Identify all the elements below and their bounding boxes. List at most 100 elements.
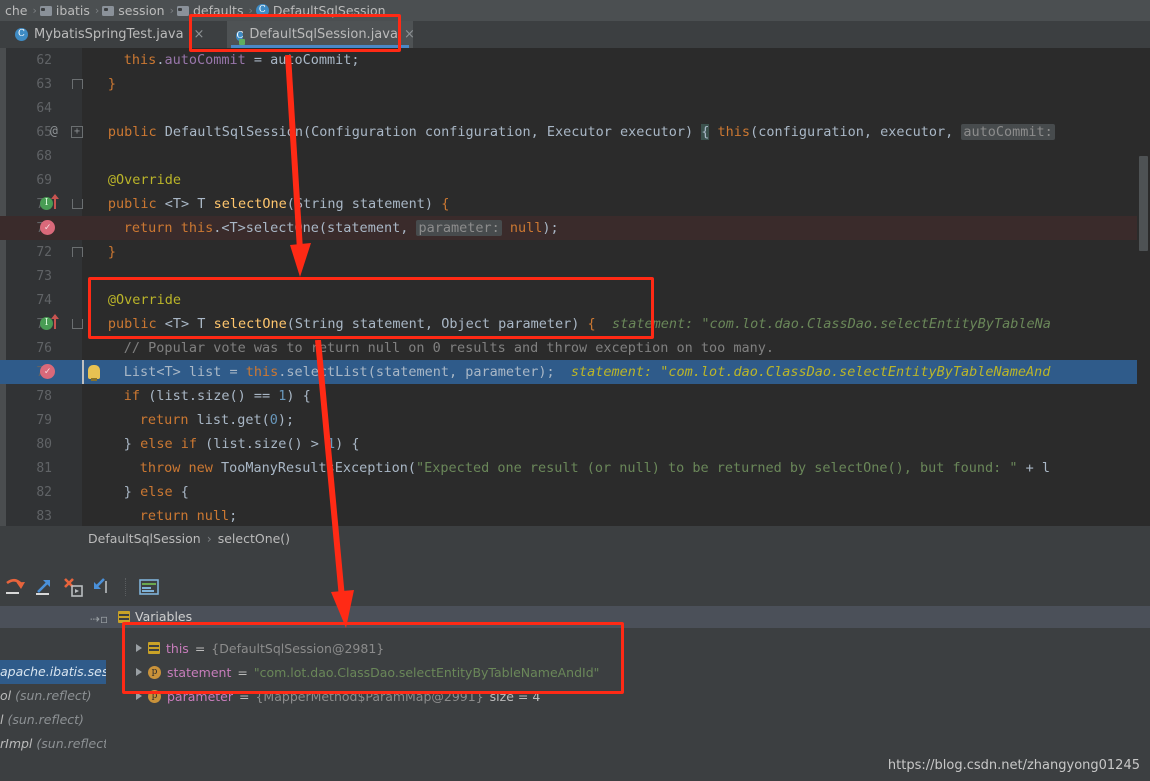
gutter-markers[interactable]: I — [38, 312, 78, 336]
code-line[interactable]: 79return list.get(0); — [0, 408, 1150, 432]
variable-row[interactable]: pparameter={MapperMethod$ParamMap@2991}s… — [106, 684, 1150, 708]
scrollbar-thumb[interactable] — [1139, 156, 1148, 251]
editor-vertical-scrollbar[interactable] — [1137, 96, 1150, 526]
fold-close-icon[interactable] — [72, 247, 83, 257]
status-method-name[interactable]: selectOne() — [218, 531, 290, 546]
code-line[interactable]: 71return this.<T>selectOne(statement, pa… — [0, 216, 1150, 240]
code-token: } — [124, 436, 140, 452]
code-token: { — [181, 484, 189, 500]
close-icon[interactable]: × — [194, 27, 205, 42]
fold-expand-icon[interactable]: + — [71, 126, 83, 138]
close-icon[interactable]: × — [404, 27, 415, 42]
fold-open-icon[interactable] — [72, 199, 83, 209]
code-token: @Override — [108, 172, 181, 188]
gutter-markers[interactable] — [38, 384, 78, 408]
expand-triangle-icon[interactable] — [136, 668, 142, 676]
code-token: this — [718, 124, 751, 140]
folder-icon — [40, 6, 52, 16]
gutter-markers[interactable] — [38, 72, 78, 96]
code-line[interactable]: 69@Override — [0, 168, 1150, 192]
variable-name: parameter — [167, 689, 233, 704]
gutter-markers[interactable] — [38, 96, 78, 120]
gutter-markers[interactable] — [38, 432, 78, 456]
code-token: Configuration — [311, 124, 417, 140]
code-token: parameter) — [490, 316, 588, 332]
code-line[interactable]: 82} else { — [0, 480, 1150, 504]
code-line[interactable]: 64 — [0, 96, 1150, 120]
gutter-markers[interactable] — [38, 216, 78, 240]
code-line[interactable]: 74@Override — [0, 288, 1150, 312]
step-into-icon[interactable] — [32, 575, 56, 599]
code-line[interactable]: 81throw new TooManyResultsException("Exp… — [0, 456, 1150, 480]
step-over-icon[interactable] — [3, 575, 27, 599]
unpin-icon[interactable]: ⇢▫ — [90, 612, 108, 626]
gutter-markers[interactable] — [38, 360, 78, 384]
code-line[interactable]: 76// Popular vote was to return null on … — [0, 336, 1150, 360]
tab-label: DefaultSqlSession.java — [249, 27, 398, 42]
frame-list-item[interactable] — [0, 756, 106, 780]
code-line[interactable]: 72} — [0, 240, 1150, 264]
variable-row[interactable]: this={DefaultSqlSession@2981} — [106, 636, 1150, 660]
frames-list[interactable]: apache.ibatis.sessiool (sun.reflect)l (s… — [0, 628, 106, 781]
code-line[interactable]: 62this.autoCommit = autoCommit; — [0, 48, 1150, 72]
breadcrumb: che › ibatis › session › defaults › C De… — [0, 0, 1150, 21]
gutter-markers[interactable] — [38, 48, 78, 72]
code-line[interactable]: 75Ipublic <T> T selectOne(String stateme… — [0, 312, 1150, 336]
frame-list-item[interactable]: apache.ibatis.sessio — [0, 660, 106, 684]
code-line[interactable]: 63} — [0, 72, 1150, 96]
variable-row[interactable]: pstatement="com.lot.dao.ClassDao.selectE… — [106, 660, 1150, 684]
variable-size: size = 4 — [490, 689, 541, 704]
code-line[interactable]: 65@+public DefaultSqlSession(Configurati… — [0, 120, 1150, 144]
annotation-gutter-icon: @ — [50, 124, 58, 139]
breadcrumb-item-ibatis[interactable]: ibatis — [37, 3, 95, 18]
debug-tab-variables[interactable]: Variables — [118, 609, 192, 624]
status-class-name[interactable]: DefaultSqlSession — [88, 531, 201, 546]
code-line[interactable]: 83return null; — [0, 504, 1150, 526]
expand-triangle-icon[interactable] — [136, 644, 142, 652]
breadcrumb-item-session[interactable]: session — [99, 3, 169, 18]
force-step-into-icon[interactable] — [61, 575, 85, 599]
intention-bulb-icon[interactable] — [88, 365, 100, 379]
code-line[interactable]: 77List<T> list = this.selectList(stateme… — [0, 360, 1150, 384]
fold-close-icon[interactable] — [72, 79, 83, 89]
breadcrumb-item-defaultsqlsession[interactable]: C DefaultSqlSession — [253, 3, 391, 18]
code-line[interactable]: 80} else if (list.size() > 1) { — [0, 432, 1150, 456]
code-line[interactable]: 73 — [0, 264, 1150, 288]
gutter-markers[interactable] — [38, 336, 78, 360]
gutter-markers[interactable]: @+ — [38, 120, 78, 144]
editor-tab-bar: C MybatisSpringTest.java × C DefaultSqlS… — [0, 21, 1150, 48]
gutter-markers[interactable] — [38, 504, 78, 526]
frame-list-item[interactable]: l (sun.reflect) — [0, 708, 106, 732]
code-line[interactable]: 68 — [0, 144, 1150, 168]
frame-list-item[interactable]: ol (sun.reflect) — [0, 684, 106, 708]
gutter-markers[interactable] — [38, 288, 78, 312]
breakpoint-icon[interactable] — [40, 220, 55, 235]
gutter-markers[interactable] — [38, 144, 78, 168]
code-line[interactable]: 78if (list.size() == 1) { — [0, 384, 1150, 408]
tab-defaultsqlsession[interactable]: C DefaultSqlSession.java × — [227, 21, 413, 48]
gutter-markers[interactable] — [38, 168, 78, 192]
breadcrumb-item-defaults[interactable]: defaults — [174, 3, 249, 18]
override-arrow-icon — [54, 315, 56, 329]
gutter-markers[interactable] — [38, 456, 78, 480]
code-token: } — [108, 244, 116, 260]
tab-mybatisspringtest[interactable]: C MybatisSpringTest.java × — [6, 21, 213, 48]
code-token: ( — [408, 460, 416, 476]
code-token: this — [246, 364, 279, 380]
expand-triangle-icon[interactable] — [136, 692, 142, 700]
code-line[interactable]: 70Ipublic <T> T selectOne(String stateme… — [0, 192, 1150, 216]
evaluate-expression-icon[interactable] — [137, 575, 161, 599]
step-out-icon[interactable] — [90, 575, 114, 599]
breakpoint-icon[interactable] — [40, 364, 55, 379]
code-editor[interactable]: 62this.autoCommit = autoCommit;63}6465@+… — [0, 48, 1150, 526]
code-token: (statement, parameter); — [368, 364, 555, 380]
code-token: size — [197, 388, 230, 404]
gutter-markers[interactable] — [38, 264, 78, 288]
fold-open-icon[interactable] — [72, 319, 83, 329]
gutter-markers[interactable] — [38, 480, 78, 504]
gutter-markers[interactable] — [38, 408, 78, 432]
gutter-markers[interactable]: I — [38, 192, 78, 216]
breadcrumb-item-che[interactable]: che — [2, 3, 33, 18]
gutter-markers[interactable] — [38, 240, 78, 264]
frame-list-item[interactable]: rImpl (sun.reflect) — [0, 732, 106, 756]
